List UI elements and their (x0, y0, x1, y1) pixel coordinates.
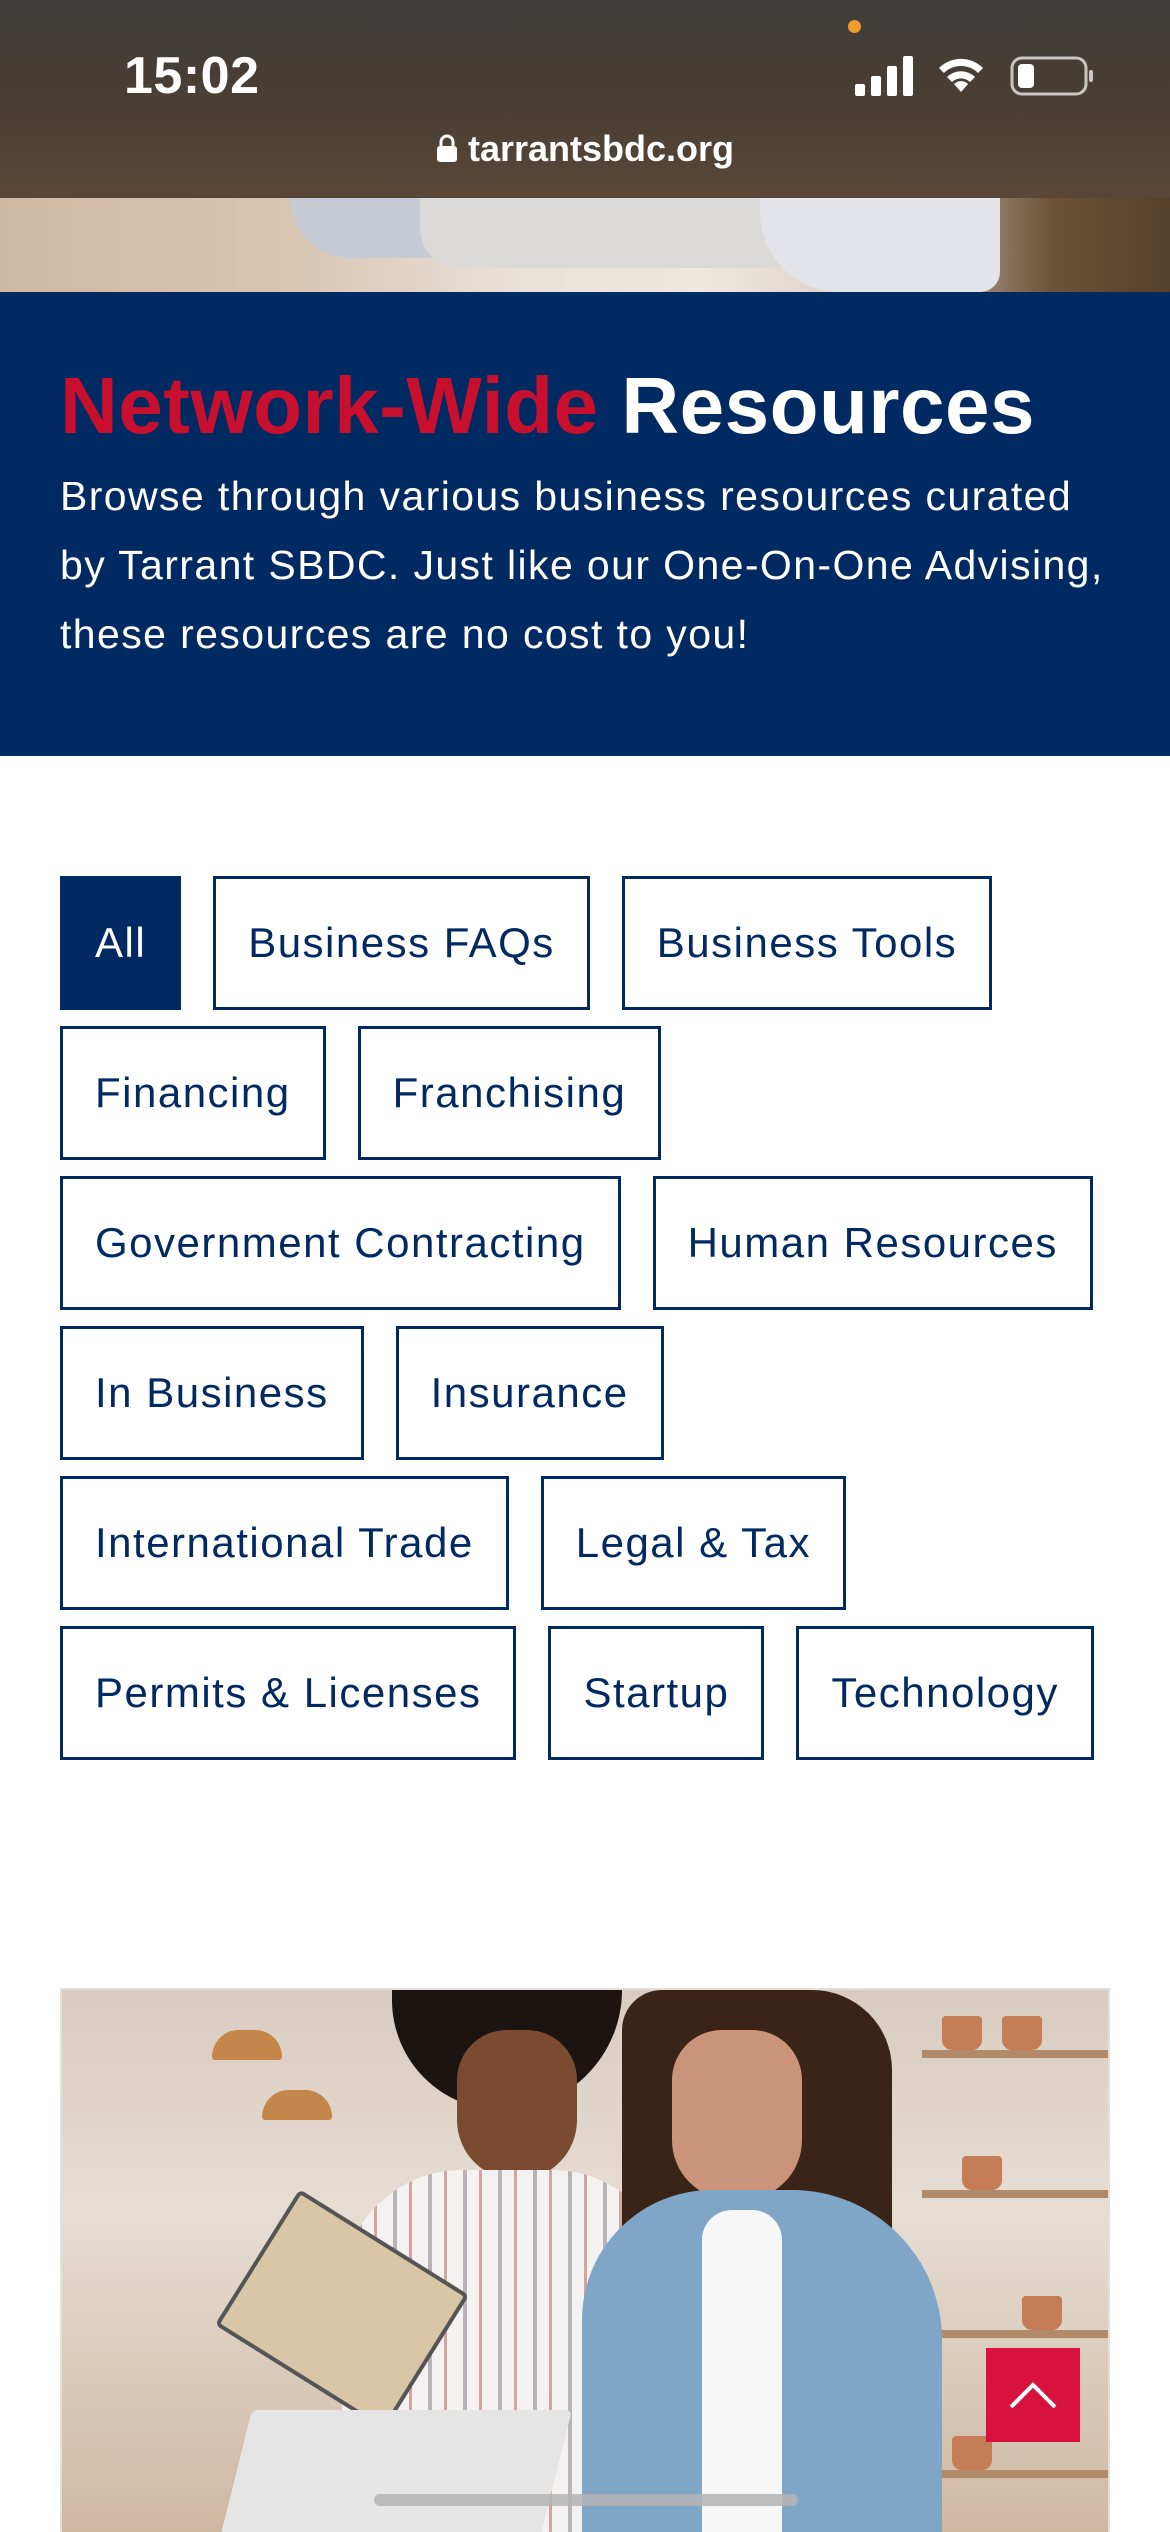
filter-government-contracting[interactable]: Government Contracting (60, 1176, 621, 1310)
page-title-accent: Network-Wide (60, 361, 599, 450)
page-title: Network-Wide Resources (60, 360, 1035, 452)
resource-card-image[interactable] (60, 1988, 1110, 2532)
status-time: 15:02 (124, 47, 260, 105)
filter-business-tools[interactable]: Business Tools (621, 876, 993, 1010)
page-title-rest: Resources (621, 361, 1035, 450)
url-bar[interactable]: tarrantsbdc.org (0, 128, 1170, 170)
filter-franchising[interactable]: Franchising (357, 1026, 662, 1160)
hero-image (0, 198, 1170, 292)
battery-icon (1010, 56, 1093, 96)
privacy-indicator-dot (848, 20, 861, 33)
filter-human-resources[interactable]: Human Resources (652, 1176, 1093, 1310)
home-indicator[interactable] (374, 2494, 798, 2506)
filter-technology[interactable]: Technology (796, 1626, 1094, 1760)
url-text: tarrantsbdc.org (467, 128, 735, 169)
browser-status-bar: 15:02 tarrantsbdc.org (0, 0, 1170, 198)
filter-business-faqs[interactable]: Business FAQs (213, 876, 590, 1010)
scroll-to-top-button[interactable] (986, 2348, 1080, 2442)
chevron-up-icon (1009, 2382, 1057, 2409)
filter-permits-licenses[interactable]: Permits & Licenses (60, 1626, 517, 1760)
filter-international-trade[interactable]: International Trade (60, 1476, 509, 1610)
filter-in-business[interactable]: In Business (60, 1326, 364, 1460)
resources-banner: Network-Wide Resources Browse through va… (0, 292, 1170, 756)
lock-icon (436, 134, 457, 162)
filter-startup[interactable]: Startup (548, 1626, 765, 1760)
category-filters: All Business FAQs Business Tools Financi… (60, 876, 1130, 1760)
wifi-icon (939, 58, 983, 92)
filter-all[interactable]: All (60, 876, 182, 1010)
filter-legal-tax[interactable]: Legal & Tax (540, 1476, 846, 1610)
banner-description: Browse through various business resource… (60, 473, 1104, 657)
filter-financing[interactable]: Financing (60, 1026, 326, 1160)
signal-icon (855, 56, 913, 96)
filter-insurance[interactable]: Insurance (395, 1326, 664, 1460)
